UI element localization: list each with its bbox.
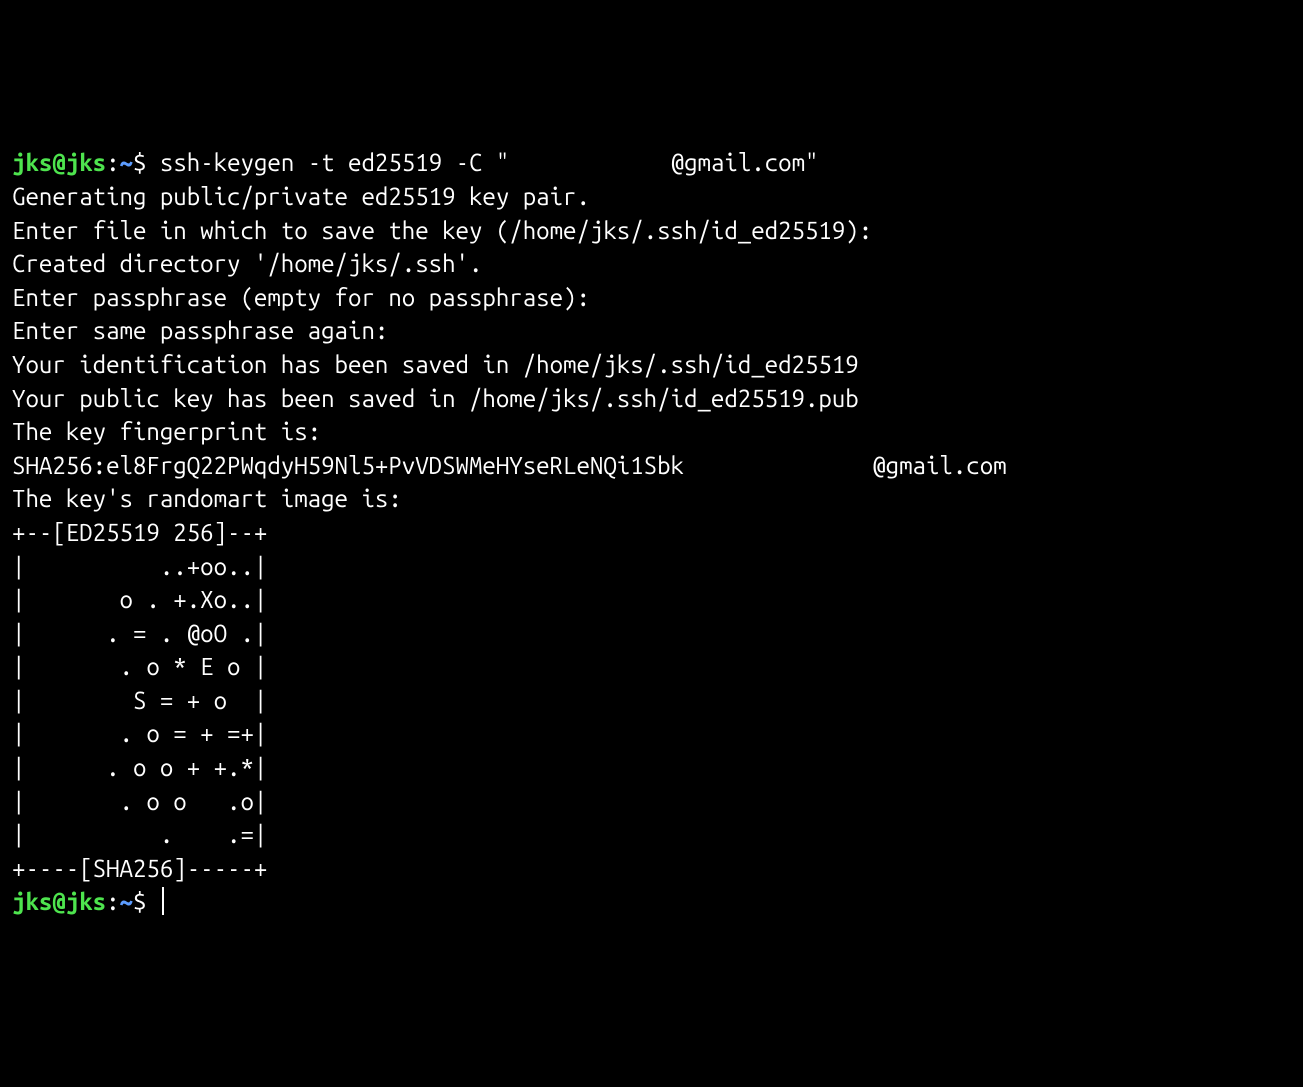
randomart-line: | S = + o | — [12, 684, 1291, 718]
randomart-line: | . .=| — [12, 818, 1291, 852]
redacted-email-user — [697, 449, 872, 483]
output-line: Your identification has been saved in /h… — [12, 348, 1291, 382]
prompt-dollar: $ — [133, 888, 160, 915]
fingerprint-hash: SHA256:el8FrgQ22PWqdyH59Nl5+PvVDSWMeHYse… — [12, 452, 697, 479]
output-line: Created directory '/home/jks/.ssh'. — [12, 247, 1291, 281]
output-line: Enter file in which to save the key (/ho… — [12, 214, 1291, 248]
command-text-post: @gmail.com" — [671, 149, 819, 176]
randomart-line: +--[ED25519 256]--+ — [12, 516, 1291, 550]
output-line: The key's randomart image is: — [12, 482, 1291, 516]
randomart-line: | . o o + +.*| — [12, 751, 1291, 785]
randomart-line: | . o = + =+| — [12, 717, 1291, 751]
randomart-line: | ..+oo..| — [12, 550, 1291, 584]
randomart-line: | . o * E o | — [12, 650, 1291, 684]
prompt-user: jks@jks — [12, 149, 106, 176]
randomart-line: | . = . @oO .| — [12, 617, 1291, 651]
fingerprint-email-domain: @gmail.com — [872, 452, 1006, 479]
command-text-pre: ssh-keygen -t ed25519 -C " — [160, 149, 509, 176]
redacted-email-user — [509, 146, 670, 180]
prompt-user: jks@jks — [12, 888, 106, 915]
randomart-line: +----[SHA256]-----+ — [12, 852, 1291, 886]
output-line: Your public key has been saved in /home/… — [12, 382, 1291, 416]
output-line: Generating public/private ed25519 key pa… — [12, 180, 1291, 214]
prompt-colon: : — [106, 888, 119, 915]
command-line-2: jks@jks:~$ — [12, 885, 1291, 919]
prompt-path: ~ — [120, 888, 133, 915]
output-line: Enter same passphrase again: — [12, 314, 1291, 348]
randomart-line: | o . +.Xo..| — [12, 583, 1291, 617]
prompt-dollar: $ — [133, 149, 160, 176]
terminal-window[interactable]: jks@jks:~$ ssh-keygen -t ed25519 -C " @g… — [12, 146, 1291, 919]
fingerprint-line: SHA256:el8FrgQ22PWqdyH59Nl5+PvVDSWMeHYse… — [12, 449, 1291, 483]
prompt-path: ~ — [120, 149, 133, 176]
output-line: The key fingerprint is: — [12, 415, 1291, 449]
output-line: Enter passphrase (empty for no passphras… — [12, 281, 1291, 315]
randomart-line: | . o o .o| — [12, 785, 1291, 819]
prompt-colon: : — [106, 149, 119, 176]
command-line-1: jks@jks:~$ ssh-keygen -t ed25519 -C " @g… — [12, 146, 1291, 180]
cursor-icon — [162, 887, 164, 915]
